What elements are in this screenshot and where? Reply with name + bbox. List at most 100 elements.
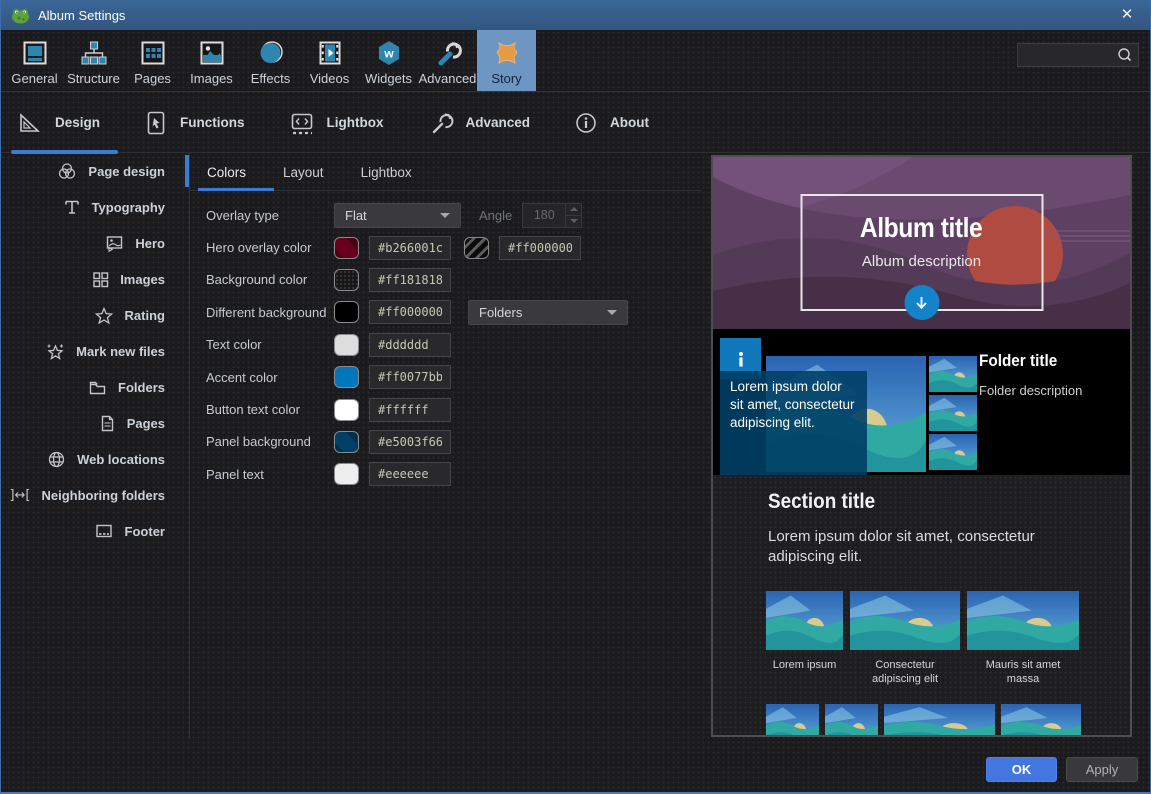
scroll-down-button[interactable]	[904, 285, 939, 320]
mini-thumb[interactable]	[929, 395, 977, 431]
thumbnail-image[interactable]	[766, 704, 819, 737]
hex-input[interactable]	[369, 236, 451, 260]
album-title: Album title	[860, 212, 982, 244]
thumbnail-cell[interactable]: Consectetur adipiscing elit	[850, 591, 960, 687]
story-skin-icon	[492, 36, 522, 70]
field-label: Overlay type	[206, 208, 334, 223]
hex-input[interactable]	[369, 268, 451, 292]
mini-thumb[interactable]	[929, 356, 977, 392]
sidebar-item-hero[interactable]: Hero	[1, 225, 189, 261]
color-swatch[interactable]	[334, 269, 359, 291]
hex-input[interactable]	[369, 300, 451, 324]
toolbar-item-widgets[interactable]: w Widgets	[359, 30, 418, 91]
star-sparkle-icon	[45, 342, 65, 361]
color-swatch[interactable]	[334, 366, 359, 388]
subtab-lightbox[interactable]: Lightbox	[361, 165, 412, 180]
color-swatch[interactable]	[334, 463, 359, 485]
form-subtabs: Colors Layout Lightbox	[190, 153, 702, 191]
thumbnail-image[interactable]	[1001, 704, 1081, 737]
spinner-up-icon[interactable]	[566, 204, 581, 216]
sidebar-item-neighboring-folders[interactable]: ]↔[ Neighboring folders	[1, 477, 189, 513]
spinner-down-icon[interactable]	[566, 216, 581, 227]
sidebar-item-pages[interactable]: Pages	[1, 405, 189, 441]
hex-input[interactable]	[369, 333, 451, 357]
angle-spinner[interactable]: 180	[522, 203, 582, 228]
window-title: Album Settings	[38, 8, 125, 23]
sidebar-label: Rating	[125, 308, 165, 323]
different-background-select[interactable]: Folders	[468, 300, 628, 325]
search-icon[interactable]	[1115, 46, 1135, 64]
field-label: Hero overlay color	[206, 240, 334, 255]
toolbar-item-general[interactable]: General	[5, 30, 64, 91]
toolbar-label: Videos	[310, 71, 350, 86]
accent-color-row: Accent color	[190, 361, 702, 393]
search-input[interactable]	[1018, 48, 1115, 62]
sidebar-label: Footer	[125, 524, 165, 539]
subtab-layout[interactable]: Layout	[283, 165, 324, 180]
sidebar-item-web-locations[interactable]: Web locations	[1, 441, 189, 477]
thumbnail-image[interactable]	[884, 704, 995, 737]
toolbar-item-advanced[interactable]: Advanced	[418, 30, 477, 91]
sidebar-label: Neighboring folders	[42, 488, 166, 503]
hex-input[interactable]	[369, 430, 451, 454]
sidebar-item-rating[interactable]: Rating	[1, 297, 189, 333]
chevron-down-icon	[607, 310, 617, 315]
thumbnail-caption: Consectetur adipiscing elit	[857, 658, 953, 687]
toolbar-label: Structure	[67, 71, 120, 86]
neighboring-folders-icon: ]↔[	[9, 488, 30, 503]
mini-thumb[interactable]	[929, 434, 977, 470]
hex-input[interactable]	[369, 365, 451, 389]
toolbar-item-effects[interactable]: Effects	[241, 30, 300, 91]
color-swatch[interactable]	[334, 237, 359, 259]
toolbar-item-structure[interactable]: Structure	[64, 30, 123, 91]
tab-label: About	[610, 115, 649, 130]
search-box	[1017, 43, 1139, 67]
toolbar-item-pages[interactable]: Pages	[123, 30, 182, 91]
page-design-icon	[57, 162, 77, 180]
tab-functions[interactable]: Functions	[144, 110, 245, 136]
thumbnail-row: Lorem ipsum Consectetur adipiscing elit …	[766, 591, 1079, 687]
skin-tabrow: Design Functions Lightbox Advanced About	[1, 93, 1150, 153]
toolbar-label: Advanced	[419, 71, 477, 86]
toolbar-item-videos[interactable]: Videos	[300, 30, 359, 91]
toolbar-item-images[interactable]: Images	[182, 30, 241, 91]
subtab-colors[interactable]: Colors	[207, 165, 246, 180]
tab-advanced[interactable]: Advanced	[428, 110, 531, 136]
color-swatch[interactable]	[334, 334, 359, 356]
tab-about[interactable]: About	[574, 111, 649, 135]
tab-label: Design	[55, 115, 100, 130]
apply-button[interactable]: Apply	[1066, 757, 1138, 782]
field-label: Panel background	[206, 434, 334, 449]
chevron-down-icon	[440, 213, 450, 218]
sidebar-item-typography[interactable]: Typography	[1, 189, 189, 225]
close-button[interactable]: ✕	[1116, 5, 1138, 25]
sidebar-label: Hero	[135, 236, 165, 251]
sidebar-item-page-design[interactable]: Page design	[1, 153, 189, 189]
color-swatch[interactable]	[334, 399, 359, 421]
angle-value: 180	[523, 204, 565, 227]
color-swatch[interactable]	[334, 301, 359, 323]
folder-title: Folder title	[979, 351, 1057, 371]
sidebar-item-images[interactable]: Images	[1, 261, 189, 297]
thumbnail-image[interactable]	[825, 704, 878, 737]
color-swatch[interactable]	[334, 431, 359, 453]
thumbnail-cell[interactable]: Mauris sit amet massa	[967, 591, 1079, 687]
thumbnail-cell[interactable]: Lorem ipsum	[766, 591, 843, 687]
hex-input[interactable]	[499, 236, 581, 260]
button-text-color-row: Button text color	[190, 393, 702, 425]
tab-design[interactable]: Design	[17, 111, 100, 135]
tab-lightbox[interactable]: Lightbox	[289, 110, 384, 136]
hex-input[interactable]	[369, 462, 451, 486]
ok-button[interactable]: OK	[986, 757, 1057, 782]
design-icon	[17, 111, 43, 135]
sidebar-item-folders[interactable]: Folders	[1, 369, 189, 405]
toolbar-item-story[interactable]: Story	[477, 30, 536, 91]
select-value: Folders	[479, 305, 522, 320]
color-swatch-disabled[interactable]	[464, 237, 489, 259]
widgets-icon: w	[374, 36, 404, 70]
sidebar-item-mark-new-files[interactable]: Mark new files	[1, 333, 189, 369]
overlay-type-select[interactable]: Flat	[334, 203, 461, 228]
sidebar-item-footer[interactable]: Footer	[1, 513, 189, 549]
hex-input[interactable]	[369, 398, 451, 422]
hero-icon	[104, 234, 124, 252]
